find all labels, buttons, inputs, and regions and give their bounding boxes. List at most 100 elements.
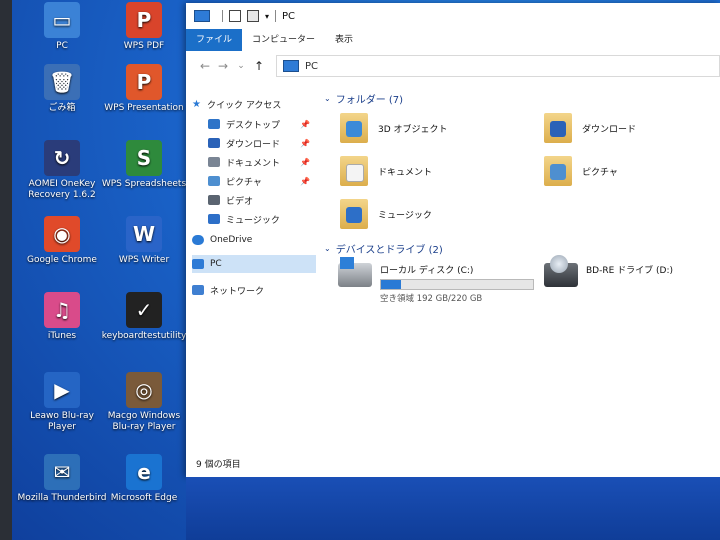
folder-icon <box>208 195 220 205</box>
app-icon: P <box>126 2 162 38</box>
tab-view[interactable]: 表示 <box>325 29 363 51</box>
desktop-icon[interactable]: P WPS Presentation <box>98 64 190 114</box>
desktop-background-lower <box>186 477 720 540</box>
star-icon: ★ <box>192 98 201 110</box>
desktop-icon[interactable]: ▶ Leawo Blu-ray Player <box>16 372 108 433</box>
folder-label: ミュージック <box>378 210 432 221</box>
app-icon: P <box>126 64 162 100</box>
folder-label: ピクチャ <box>582 167 618 178</box>
pin-icon[interactable]: 📌 <box>300 177 310 186</box>
folder-icon <box>340 156 368 186</box>
window-title: PC <box>282 10 296 22</box>
address-field[interactable]: PC <box>276 55 720 77</box>
desktop-icon[interactable]: ↻ AOMEI OneKey Recovery 1.6.2 <box>16 140 108 201</box>
folder-pictures[interactable]: ピクチャ <box>544 156 618 186</box>
app-icon: ◉ <box>44 216 80 252</box>
drive-c[interactable]: ローカル ディスク (C:) 空き領域 192 GB/220 GB <box>338 257 534 304</box>
desktop-icon-label: WPS PDF <box>123 41 165 51</box>
desktop-icon[interactable]: ♫ iTunes <box>16 292 108 342</box>
app-icon: ✓ <box>126 292 162 328</box>
nav-pc[interactable]: PC <box>192 255 316 273</box>
pin-icon[interactable]: 📌 <box>300 139 310 148</box>
desktop-icon[interactable]: ◎ Macgo Windows Blu-ray Player <box>98 372 190 433</box>
desktop-icon-label: Macgo Windows Blu-ray Player <box>107 411 181 432</box>
desktop-icon[interactable]: ✉ Mozilla Thunderbird <box>16 454 108 504</box>
folder-3d-objects[interactable]: 3D オブジェクト <box>340 113 448 143</box>
folder-documents[interactable]: ドキュメント <box>340 156 432 186</box>
desktop-icon[interactable]: 🗑 ごみ箱 <box>16 64 108 114</box>
address-bar-row: ← → ⌄ ↑ PC <box>186 51 720 81</box>
nav-quick-access-item[interactable]: ビデオ <box>208 191 316 209</box>
pin-icon[interactable]: 📌 <box>300 158 310 167</box>
optical-drive-icon <box>544 255 578 287</box>
folder-icon <box>208 176 220 186</box>
folders-section-header[interactable]: ⌄ フォルダー (7) <box>324 91 403 106</box>
title-bar: ▾ PC <box>186 3 720 29</box>
nav-quick-access-item[interactable]: デスクトップ 📌 <box>208 115 316 133</box>
nav-onedrive[interactable]: OneDrive <box>192 231 316 249</box>
app-icon: W <box>126 216 162 252</box>
nav-quick-access-item[interactable]: ドキュメント 📌 <box>208 153 316 171</box>
folder-music[interactable]: ミュージック <box>340 199 432 229</box>
desktop-icon[interactable]: ✓ keyboardtestutility <box>98 292 190 342</box>
app-icon: ▭ <box>44 2 80 38</box>
divider <box>222 10 223 22</box>
section-title: フォルダー (7) <box>335 95 404 106</box>
folder-icon <box>544 113 572 143</box>
folder-icon <box>208 214 220 224</box>
nav-quick-access-item[interactable]: ミュージック <box>208 210 316 228</box>
folder-label: ダウンロード <box>582 124 637 135</box>
folder-downloads[interactable]: ダウンロード <box>544 113 636 143</box>
app-icon: ♫ <box>44 292 80 328</box>
desktop-icon[interactable]: ◉ Google Chrome <box>16 216 108 266</box>
nav-label: ダウンロード <box>226 139 281 150</box>
recent-locations-icon[interactable]: ⌄ <box>232 61 250 71</box>
desktop-icon[interactable]: ▭ PC <box>16 2 108 52</box>
app-icon: ▶ <box>44 372 80 408</box>
desktop-icon-label: Leawo Blu-ray Player <box>30 411 94 432</box>
nav-label: OneDrive <box>210 235 253 245</box>
desktop-icon[interactable]: S WPS Spreadsheets <box>98 140 190 190</box>
desktop-icon[interactable]: e Microsoft Edge <box>98 454 190 504</box>
folder-icon <box>340 113 368 143</box>
chevron-down-icon: ⌄ <box>324 244 331 253</box>
cloud-icon <box>192 235 204 245</box>
tab-computer[interactable]: コンピューター <box>242 29 325 51</box>
drives-section-header[interactable]: ⌄ デバイスとドライブ (2) <box>324 241 443 256</box>
nav-label: ネットワーク <box>210 286 265 297</box>
pin-icon[interactable]: 📌 <box>300 120 310 129</box>
nav-label: PC <box>210 259 222 269</box>
nav-label: クイック アクセス <box>206 100 282 111</box>
drive-free-space: 空き領域 192 GB/220 GB <box>380 294 483 304</box>
nav-label: デスクトップ <box>226 120 281 131</box>
folder-label: ドキュメント <box>378 167 433 178</box>
folder-icon <box>208 157 220 167</box>
nav-network[interactable]: ネットワーク <box>192 281 316 299</box>
desktop-icon-label: keyboardtestutility <box>101 331 187 341</box>
properties-icon[interactable] <box>229 10 241 22</box>
desktop-icon-label: WPS Writer <box>118 255 170 265</box>
tab-file[interactable]: ファイル <box>186 29 243 51</box>
ribbon-tabs: ファイル コンピューター 表示 <box>186 29 720 52</box>
back-icon[interactable]: ← <box>196 59 214 73</box>
app-icon: ✉ <box>44 454 80 490</box>
nav-quick-access[interactable]: ★ クイック アクセス <box>192 95 316 113</box>
section-title: デバイスとドライブ (2) <box>335 245 443 256</box>
desktop-icon[interactable]: P WPS PDF <box>98 2 190 52</box>
nav-label: ビデオ <box>226 196 254 207</box>
quick-access-dropdown-icon[interactable]: ▾ <box>265 12 269 21</box>
desktop-icon[interactable]: W WPS Writer <box>98 216 190 266</box>
nav-quick-access-item[interactable]: ピクチャ 📌 <box>208 172 316 190</box>
forward-icon[interactable]: → <box>214 59 232 73</box>
drive-label: ローカル ディスク (C:) <box>380 266 474 276</box>
drive-d[interactable]: BD-RE ドライブ (D:) <box>544 255 673 287</box>
folder-icon <box>340 199 368 229</box>
up-icon[interactable]: ↑ <box>250 59 268 73</box>
nav-quick-access-item[interactable]: ダウンロード 📌 <box>208 134 316 152</box>
folder-label: 3D オブジェクト <box>378 124 448 135</box>
desktop-icon-label: iTunes <box>47 331 77 341</box>
nav-label: ミュージック <box>226 215 280 226</box>
app-icon: S <box>126 140 162 176</box>
new-folder-icon[interactable] <box>247 10 259 22</box>
folder-icon <box>208 138 220 148</box>
